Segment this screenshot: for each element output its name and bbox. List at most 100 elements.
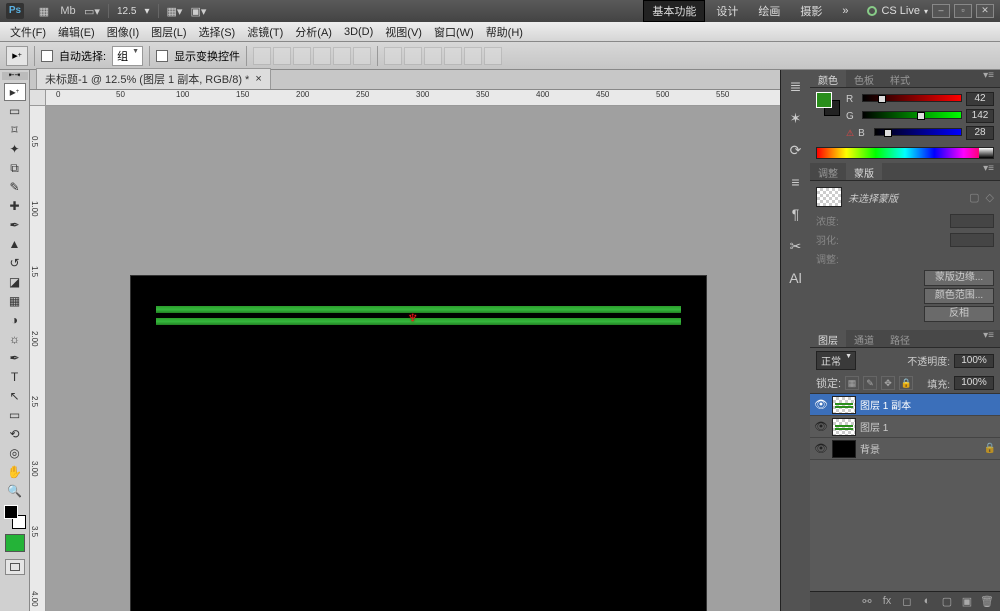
workspace-photography[interactable]: 摄影 [791, 0, 831, 22]
tab-swatches[interactable]: 色板 [846, 70, 882, 87]
tab-paths[interactable]: 路径 [882, 330, 918, 347]
menu-view[interactable]: 视图(V) [379, 22, 428, 42]
fill-value[interactable]: 100% [954, 376, 994, 390]
hand-tool[interactable]: ✋ [4, 463, 26, 481]
g-value[interactable]: 142 [966, 109, 994, 123]
align-right-icon[interactable] [353, 47, 371, 65]
show-transform-checkbox[interactable] [156, 50, 168, 62]
dist-5-icon[interactable] [464, 47, 482, 65]
bridge-icon[interactable]: ▦ [35, 3, 53, 19]
invert-button[interactable]: 反相 [924, 306, 994, 322]
screen-switch-icon[interactable]: ▣▾ [190, 3, 208, 19]
layer-name[interactable]: 背景 [860, 441, 880, 456]
r-value[interactable]: 42 [966, 92, 994, 106]
move-tool-indicator[interactable]: ▸+ [6, 46, 28, 66]
feather-input[interactable] [950, 233, 994, 247]
layer-row[interactable]: 👁 图层 1 [810, 416, 1000, 438]
menu-window[interactable]: 窗口(W) [428, 22, 480, 42]
tab-layers[interactable]: 图层 [810, 330, 846, 347]
workspace-more[interactable]: » [833, 2, 857, 20]
r-slider[interactable] [862, 94, 962, 104]
history-brush-tool[interactable]: ↺ [4, 254, 26, 272]
dodge-tool[interactable]: ☼ [4, 330, 26, 348]
align-panel-icon[interactable]: Al [786, 268, 806, 288]
g-slider[interactable] [862, 111, 962, 121]
dist-6-icon[interactable] [484, 47, 502, 65]
quick-mask-toggle[interactable] [5, 559, 25, 575]
layer-row[interactable]: 👁 图层 1 副本 [810, 394, 1000, 416]
lock-pos-icon[interactable]: ✥ [881, 376, 895, 390]
color-fgbg[interactable] [816, 92, 840, 116]
char-panel-icon[interactable]: ≡ [786, 172, 806, 192]
panel-menu-icon[interactable]: ▾≡ [977, 70, 1000, 87]
3d-tool[interactable]: ⟲ [4, 425, 26, 443]
mask-icon[interactable]: ◻ [900, 595, 914, 609]
tab-color[interactable]: 颜色 [810, 70, 846, 87]
arrange-docs-icon[interactable]: ▦▾ [166, 3, 184, 19]
layer-thumb[interactable] [832, 418, 856, 436]
auto-select-mode[interactable]: 组 [112, 46, 143, 66]
layer-thumb[interactable] [832, 440, 856, 458]
tab-channels[interactable]: 通道 [846, 330, 882, 347]
menu-analysis[interactable]: 分析(A) [289, 22, 338, 42]
adjustment-icon[interactable]: ◐ [920, 595, 934, 609]
blur-tool[interactable]: ◑ [4, 311, 26, 329]
mask-edge-button[interactable]: 蒙版边缘... [924, 270, 994, 286]
para-panel-icon[interactable]: ¶ [786, 204, 806, 224]
dist-2-icon[interactable] [404, 47, 422, 65]
menu-image[interactable]: 图像(I) [101, 22, 145, 42]
tab-styles[interactable]: 样式 [882, 70, 918, 87]
history-icon[interactable]: ≣ [786, 76, 806, 96]
gradient-tool[interactable]: ▦ [4, 292, 26, 310]
tab-adjustments[interactable]: 调整 [810, 163, 846, 180]
color-swatch[interactable] [5, 534, 25, 552]
ruler-vertical[interactable]: 0.5 1.00 1.5 2.00 2.5 3.00 3.5 4.00 [30, 106, 46, 611]
cslive-button[interactable]: CS Live▾ [867, 5, 928, 17]
dist-3-icon[interactable] [424, 47, 442, 65]
color-range-button[interactable]: 颜色范围... [924, 288, 994, 304]
type-tool[interactable]: T [4, 368, 26, 386]
vector-mask-icon[interactable]: ◇ [986, 191, 994, 204]
dist-1-icon[interactable] [384, 47, 402, 65]
density-input[interactable] [950, 214, 994, 228]
brush-presets-icon[interactable]: ✶ [786, 108, 806, 128]
menu-select[interactable]: 选择(S) [193, 22, 242, 42]
maximize-button[interactable]: ▫ [954, 4, 972, 18]
crop-tool[interactable]: ⧉ [4, 159, 26, 177]
ruler-horizontal[interactable]: 0 50 100 150 200 250 300 350 400 450 500… [46, 90, 780, 106]
document-tab[interactable]: 未标题-1 @ 12.5% (图层 1 副本, RGB/8) * × [36, 68, 271, 89]
fg-bg-colors[interactable] [4, 505, 26, 529]
menu-file[interactable]: 文件(F) [4, 22, 52, 42]
tab-masks[interactable]: 蒙版 [846, 163, 882, 180]
menu-filter[interactable]: 滤镜(T) [241, 22, 289, 42]
zoom-tool[interactable]: 🔍 [4, 482, 26, 500]
menu-layer[interactable]: 图层(L) [145, 22, 192, 42]
lock-pixels-icon[interactable]: ✎ [863, 376, 877, 390]
layer-row[interactable]: 👁 背景 🔒 [810, 438, 1000, 460]
marquee-tool[interactable]: ▭ [4, 102, 26, 120]
blend-mode-select[interactable]: 正常 [816, 351, 856, 370]
layer-name[interactable]: 图层 1 [860, 419, 888, 434]
eraser-tool[interactable]: ◪ [4, 273, 26, 291]
screen-mode-icon[interactable]: ▭▾ [83, 3, 101, 19]
layer-name[interactable]: 图层 1 副本 [860, 397, 911, 412]
align-bottom-icon[interactable] [293, 47, 311, 65]
brush-tool[interactable]: ✒ [4, 216, 26, 234]
visibility-icon[interactable]: 👁 [814, 420, 828, 433]
panel-menu-icon[interactable]: ▾≡ [977, 163, 1000, 180]
align-left-icon[interactable] [313, 47, 331, 65]
opacity-value[interactable]: 100% [954, 354, 994, 368]
auto-select-checkbox[interactable] [41, 50, 53, 62]
visibility-icon[interactable]: 👁 [814, 442, 828, 455]
zoom-value[interactable]: 12.5 [117, 6, 136, 17]
pen-tool[interactable]: ✒ [4, 349, 26, 367]
menu-help[interactable]: 帮助(H) [480, 22, 529, 42]
lock-all-icon[interactable]: 🔒 [899, 376, 913, 390]
mini-bridge-icon[interactable]: Mb [59, 3, 77, 19]
minimize-button[interactable]: – [932, 4, 950, 18]
dist-4-icon[interactable] [444, 47, 462, 65]
lasso-tool[interactable]: ⌑ [4, 121, 26, 139]
wand-tool[interactable]: ✦ [4, 140, 26, 158]
tools-preset-icon[interactable]: ✂ [786, 236, 806, 256]
document-close-icon[interactable]: × [255, 73, 261, 85]
